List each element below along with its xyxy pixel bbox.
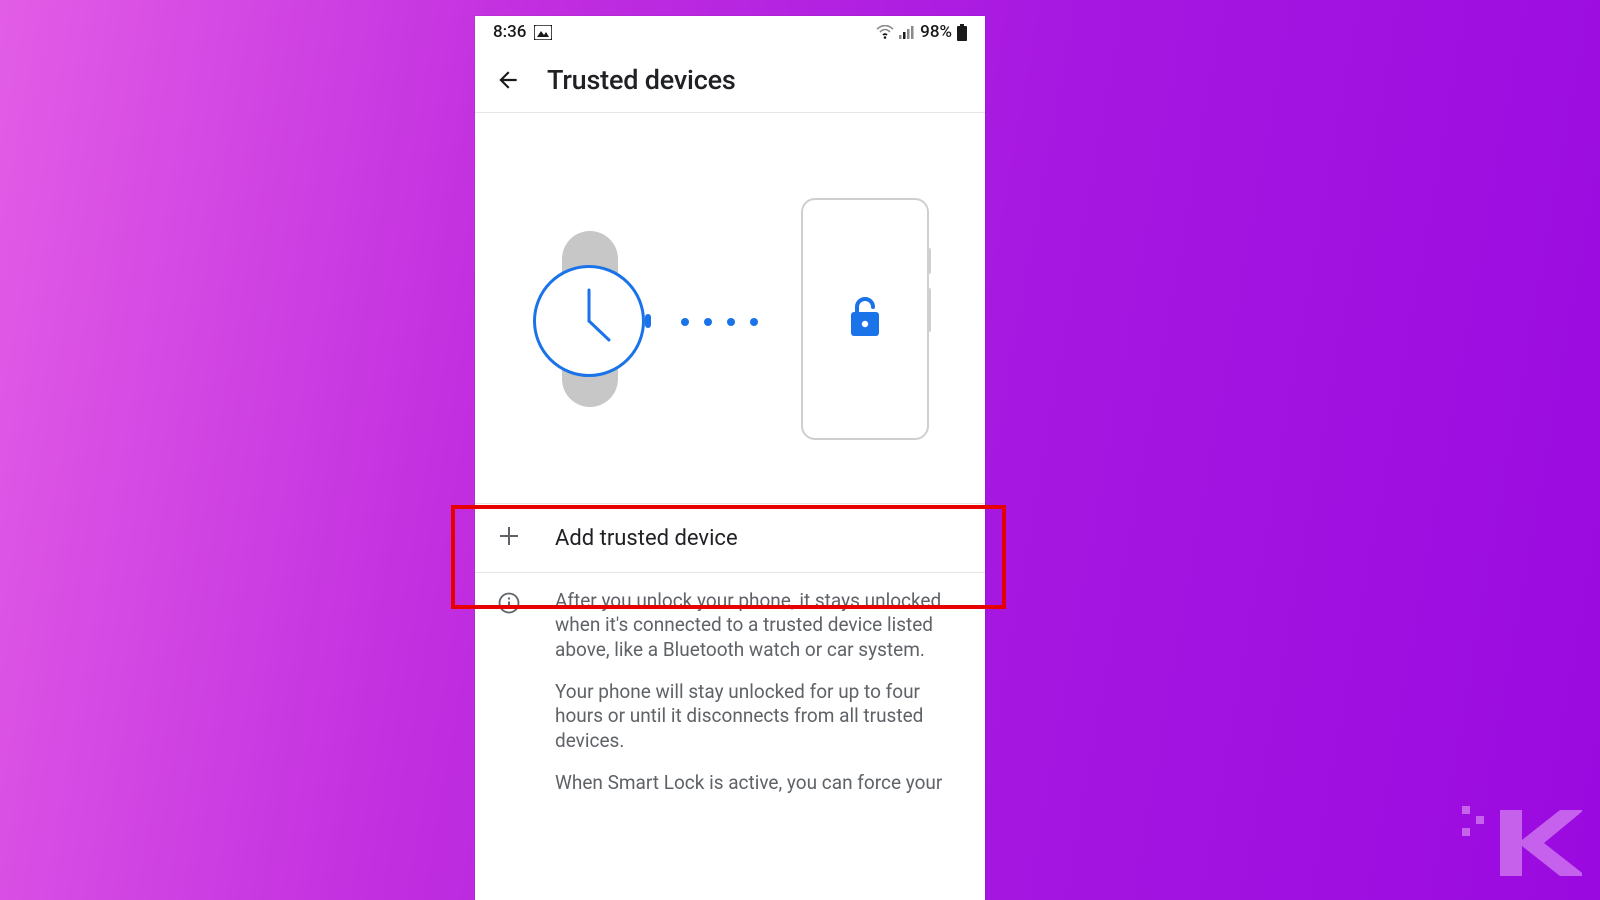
screenshot-icon (534, 25, 552, 40)
info-paragraph-1: After you unlock your phone, it stays un… (555, 589, 963, 662)
battery-icon (957, 24, 967, 41)
plus-icon (497, 524, 521, 552)
app-bar: Trusted devices (475, 48, 985, 113)
add-trusted-device-label: Add trusted device (555, 526, 738, 551)
gradient-background: 8:36 98% T (0, 0, 1600, 900)
status-time: 8:36 (493, 22, 526, 42)
phone-frame: 8:36 98% T (475, 16, 985, 900)
info-text: After you unlock your phone, it stays un… (555, 589, 963, 813)
signal-icon (899, 25, 915, 39)
unlock-icon (845, 294, 885, 344)
battery-pct: 98% (920, 22, 952, 42)
status-bar: 8:36 98% (475, 16, 985, 48)
illustration-area (475, 113, 985, 503)
info-section: After you unlock your phone, it stays un… (475, 573, 985, 813)
watch-face-icon (533, 265, 645, 377)
add-trusted-device-row[interactable]: Add trusted device (475, 503, 985, 573)
watch-crown-icon (645, 314, 651, 328)
info-paragraph-3: When Smart Lock is active, you can force… (555, 771, 963, 795)
phone-outline-icon (801, 198, 929, 440)
back-button[interactable] (495, 67, 521, 93)
wifi-icon (876, 25, 894, 39)
info-icon (497, 591, 521, 619)
page-title: Trusted devices (547, 64, 736, 96)
watermark-k-icon (1462, 798, 1582, 892)
info-paragraph-2: Your phone will stay unlocked for up to … (555, 680, 963, 753)
connection-dots-icon (681, 318, 758, 326)
